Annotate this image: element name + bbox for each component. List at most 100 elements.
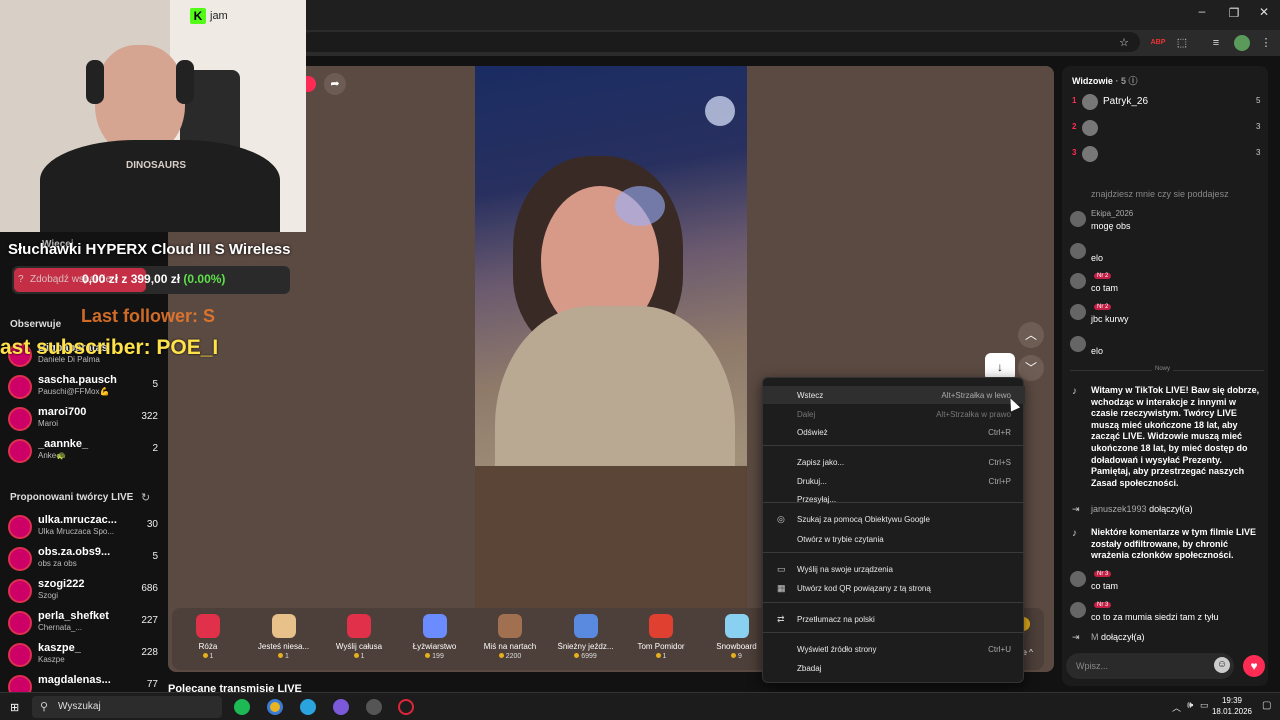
sidebar-creator-row[interactable]: szogi222 Szogi 686: [8, 577, 158, 605]
gift-item[interactable]: Róża 1: [170, 608, 246, 670]
menu-item-label: Wyślij na swoje urządzenia: [797, 565, 893, 574]
share-icon[interactable]: ➦: [324, 73, 346, 95]
context-menu-item[interactable]: Odśwież Ctrl+R: [763, 423, 1025, 441]
gift-icon: [422, 614, 447, 638]
gift-name: Łyżwiarstwo: [412, 642, 457, 651]
extensions-icon[interactable]: ⬚: [1174, 35, 1190, 51]
top-viewer-row[interactable]: 33: [1070, 144, 1266, 164]
chevron-up-icon[interactable]: ︿: [1018, 322, 1044, 348]
obs-icon[interactable]: [366, 699, 382, 715]
chat-message[interactable]: Ekipa_2026 mogę obs: [1070, 209, 1264, 235]
bookmark-star-icon[interactable]: ☆: [1116, 35, 1132, 51]
gift-item[interactable]: Śnieżny jeźdz... 6999: [548, 608, 624, 670]
notification-icon[interactable]: ▢: [1262, 700, 1271, 711]
sidebar-creator-row[interactable]: obs.za.obs9... obs za obs 5: [8, 545, 158, 573]
windows-start-icon[interactable]: ⊞: [10, 701, 19, 714]
coin-icon: [731, 653, 737, 658]
gift-price: 1: [170, 653, 246, 660]
goal-percent: (0.00%): [183, 272, 226, 286]
sidebar-creator-row[interactable]: maroi700 Maroi 322: [8, 405, 158, 433]
adblock-icon[interactable]: ABP: [1150, 35, 1166, 51]
gift-item[interactable]: Wyślij całusa 1: [321, 608, 397, 670]
chat-message[interactable]: Nr 3 co to za mumia siedzi tam z tyłu: [1070, 600, 1264, 626]
context-menu-item[interactable]: ⇄ Przetłumacz na polski: [763, 610, 1025, 628]
sidebar-creator-row[interactable]: sascha.pausch Pauschi@FFMox💪 5: [8, 373, 158, 401]
gift-item[interactable]: Łyżwiarstwo 199: [397, 608, 473, 670]
chat-message[interactable]: Nr 3 co tam: [1070, 569, 1264, 595]
gift-item[interactable]: Tom Pomidor 1: [623, 608, 699, 670]
clock-date[interactable]: 18.01.2026: [1204, 707, 1260, 716]
tray-chevron-icon[interactable]: ︿: [1172, 701, 1181, 714]
search-label: Wyszukaj: [58, 701, 101, 712]
chat-message[interactable]: elo: [1070, 334, 1264, 360]
chat-user: Ekipa_2026: [1091, 209, 1134, 218]
gift-price-value: 1: [360, 653, 365, 660]
gift-name: Miś na nartach: [483, 642, 537, 651]
messenger-icon[interactable]: [333, 699, 349, 715]
chat-avatar: [1070, 602, 1086, 618]
sidebar-creator-row[interactable]: _aannke_ Anke🐢 2: [8, 437, 158, 465]
creator-name: obs.za.obs9...: [38, 546, 111, 558]
emoji-icon[interactable]: ☺: [1214, 657, 1230, 673]
live-video[interactable]: [475, 66, 747, 608]
sidebar-creator-row[interactable]: perla_shefket Chernata_... 227: [8, 609, 158, 637]
viewer-rank: 1: [1072, 96, 1077, 105]
menu-item-label: Odśwież: [797, 428, 828, 437]
volume-icon[interactable]: 🕪: [1187, 700, 1193, 711]
top-viewer-row[interactable]: 1 Patryk_26 5: [1070, 92, 1266, 112]
viewers-separator: ·: [1115, 76, 1119, 86]
address-bar[interactable]: [300, 32, 1140, 52]
chat-input[interactable]: Wpisz... ☺: [1066, 653, 1234, 679]
chat-message[interactable]: Nr 2 co tam: [1070, 271, 1264, 297]
gift-item[interactable]: Jesteś niesa... 1: [246, 608, 322, 670]
join-icon-2: ⇥: [1072, 632, 1080, 642]
profile-avatar[interactable]: [1234, 35, 1250, 51]
menu-item-shortcut: Alt+Strzałka w prawo: [936, 410, 1011, 419]
context-menu-item[interactable]: Zapisz jako... Ctrl+S: [763, 453, 1025, 471]
creator-subtitle: Ulka Mruczaca Spo...: [38, 527, 115, 536]
context-menu-item[interactable]: Wstecz Alt+Strzałka w lewo: [763, 386, 1025, 404]
creator-name: kaszpe_: [38, 642, 81, 654]
sidebar-creator-row[interactable]: ulka.mruczac... Ulka Mruczaca Spo... 30: [8, 513, 158, 541]
context-menu-item[interactable]: Przesyłaj...: [763, 490, 1025, 508]
menu-item-label: Drukuj...: [797, 477, 827, 486]
chat-input-placeholder: Wpisz...: [1076, 661, 1109, 671]
chat-text: co tam: [1091, 581, 1119, 591]
context-menu-item[interactable]: Zbadaj: [763, 659, 1025, 677]
creator-name: maroi700: [38, 406, 87, 418]
context-menu-item[interactable]: ▭ Wyślij na swoje urządzenia: [763, 560, 1025, 578]
spotify-icon[interactable]: [234, 699, 250, 715]
chrome-icon[interactable]: [267, 699, 283, 715]
chevron-down-icon[interactable]: ﹀: [1018, 355, 1044, 381]
chat-message[interactable]: Nr 2 jbc kurwy: [1070, 302, 1264, 328]
opera-icon[interactable]: [398, 699, 414, 715]
viewers-count: 5: [1120, 76, 1126, 86]
top-viewer-row[interactable]: 23: [1070, 118, 1266, 138]
chat-avatar: [1070, 273, 1086, 289]
context-menu-item[interactable]: Otwórz w trybie czytania: [763, 530, 1025, 548]
context-menu-item[interactable]: Wyświetl źródło strony Ctrl+U: [763, 640, 1025, 658]
chat-message[interactable]: elo: [1070, 241, 1264, 267]
join-row-2: M dołączył(a): [1091, 632, 1145, 642]
telegram-icon[interactable]: [300, 699, 316, 715]
heart-icon[interactable]: ♥: [1243, 655, 1265, 677]
refresh-icon[interactable]: ↻: [141, 491, 150, 504]
context-menu-item[interactable]: ◎ Szukaj za pomocą Obiektywu Google: [763, 510, 1025, 528]
maximize-button[interactable]: ❐: [1224, 6, 1244, 20]
clock-time[interactable]: 19:39: [1212, 696, 1252, 705]
join-row-1: januszek1993 dołączył(a): [1091, 504, 1193, 514]
gift-item[interactable]: Miś na nartach 2200: [472, 608, 548, 670]
media-icon[interactable]: ≡: [1208, 35, 1224, 51]
taskbar-search[interactable]: ⚲ Wyszukaj: [32, 696, 222, 718]
taskbar: ⊞ ⚲ Wyszukaj ︿ 🕪 ▭ 19:39 18.01.2026 ▢: [0, 692, 1280, 720]
context-menu-item[interactable]: ▦ Utwórz kod QR powiązany z tą stroną: [763, 579, 1025, 597]
chat-avatar: [1070, 336, 1086, 352]
sidebar-creator-row[interactable]: kaszpe_ Kaszpe 228: [8, 641, 158, 669]
minimize-button[interactable]: –: [1192, 4, 1212, 18]
close-window-button[interactable]: ✕: [1254, 5, 1274, 19]
tiktok-icon: ♪: [1072, 386, 1077, 397]
context-menu-item[interactable]: Drukuj... Ctrl+P: [763, 472, 1025, 490]
info-icon[interactable]: ⓘ: [1128, 76, 1137, 86]
kebab-menu-icon[interactable]: ⋮: [1258, 35, 1274, 51]
creator-name: _aannke_: [38, 438, 89, 450]
